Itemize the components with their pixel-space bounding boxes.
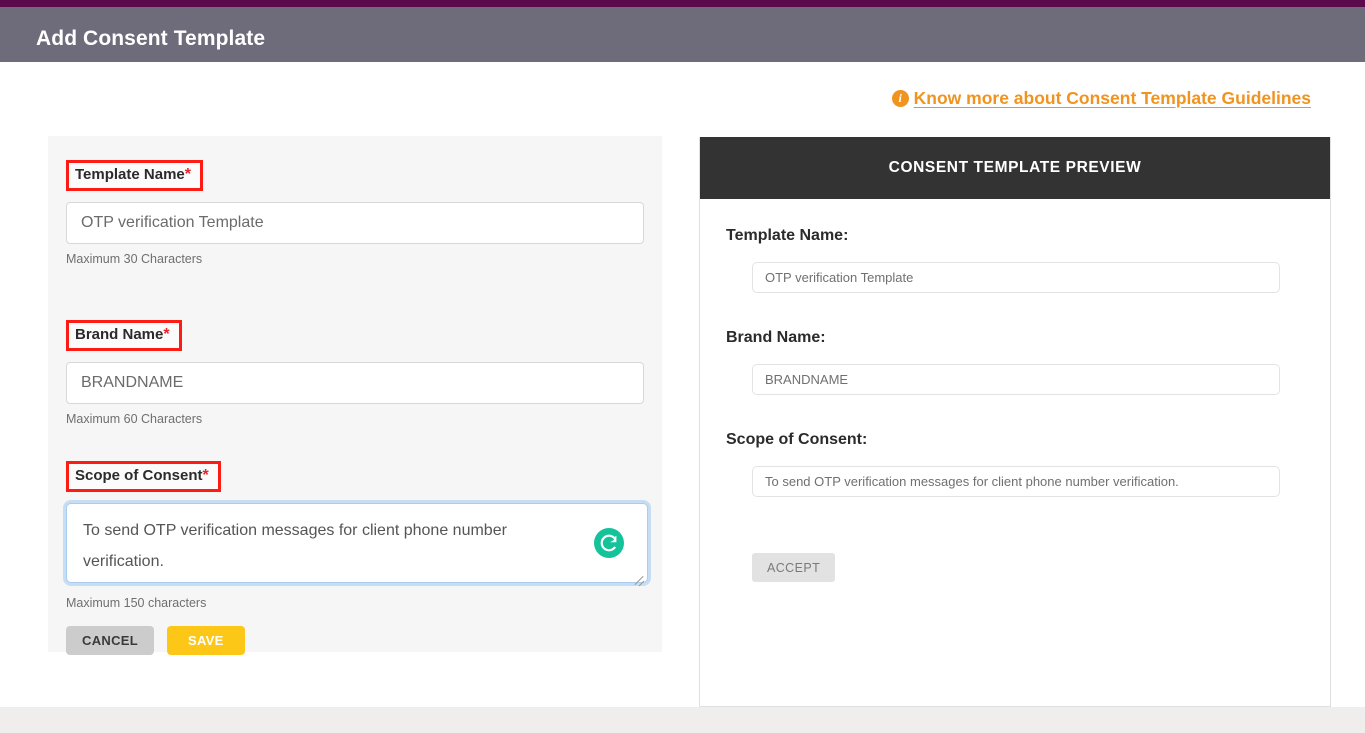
page-title: Add Consent Template xyxy=(36,27,266,50)
form-action-buttons: CANCEL SAVE xyxy=(66,626,245,655)
required-asterisk: * xyxy=(163,326,170,343)
preview-label-brand-name: Brand Name: xyxy=(726,329,826,346)
preview-field-template-name: Template Name: OTP verification Template xyxy=(726,227,1304,293)
app-header: Add Consent Template xyxy=(0,7,1365,62)
info-icon: i xyxy=(891,90,909,107)
consent-template-guidelines-link[interactable]: i Know more about Consent Template Guide… xyxy=(891,88,1311,109)
cancel-button[interactable]: CANCEL xyxy=(66,626,154,655)
preview-value-brand-name: BRANDNAME xyxy=(752,364,1280,395)
preview-value-template-name: OTP verification Template xyxy=(752,262,1280,293)
preview-field-scope-of-consent: Scope of Consent: To send OTP verificati… xyxy=(726,431,1304,497)
scope-of-consent-field-group: Scope of Consent* To send OTP verificati… xyxy=(66,461,648,610)
scope-of-consent-textarea[interactable]: To send OTP verification messages for cl… xyxy=(66,503,648,583)
preview-label-template-name: Template Name: xyxy=(726,227,849,244)
brand-name-label-annotation: Brand Name* xyxy=(66,320,182,351)
brand-accent-strip xyxy=(0,0,1365,7)
brand-name-label: Brand Name xyxy=(75,326,164,343)
preview-accept-wrap: ACCEPT xyxy=(752,553,1304,582)
required-asterisk: * xyxy=(184,166,191,183)
scope-of-consent-textarea-wrap: To send OTP verification messages for cl… xyxy=(66,503,648,588)
accept-button[interactable]: ACCEPT xyxy=(752,553,836,582)
consent-template-form-panel: Template Name* Maximum 30 Characters Bra… xyxy=(48,136,662,655)
template-name-input[interactable] xyxy=(66,202,644,244)
scope-of-consent-label: Scope of Consent xyxy=(75,467,203,484)
preview-title: CONSENT TEMPLATE PREVIEW xyxy=(888,159,1142,176)
required-asterisk: * xyxy=(202,467,209,484)
preview-value-scope-of-consent: To send OTP verification messages for cl… xyxy=(752,466,1280,497)
preview-field-brand-name: Brand Name: BRANDNAME xyxy=(726,329,1304,395)
brand-name-input[interactable] xyxy=(66,362,644,404)
grammarly-icon[interactable] xyxy=(594,528,624,558)
page-footer xyxy=(0,707,1365,733)
template-name-helper-text: Maximum 30 Characters xyxy=(66,252,203,266)
preview-header: CONSENT TEMPLATE PREVIEW xyxy=(700,137,1330,199)
save-button[interactable]: SAVE xyxy=(166,626,245,655)
template-name-label-annotation: Template Name* xyxy=(66,160,203,191)
template-name-field-group: Template Name* Maximum 30 Characters xyxy=(66,160,662,266)
template-name-label: Template Name xyxy=(75,166,185,183)
scope-of-consent-helper-text: Maximum 150 characters xyxy=(66,596,207,610)
preview-label-scope-of-consent: Scope of Consent: xyxy=(726,431,868,448)
textarea-resize-handle[interactable] xyxy=(633,573,644,584)
guidelines-link-label: Know more about Consent Template Guideli… xyxy=(913,88,1311,108)
preview-body: Template Name: OTP verification Template… xyxy=(700,227,1330,582)
brand-name-helper-text: Maximum 60 Characters xyxy=(66,412,203,426)
consent-template-preview-panel: CONSENT TEMPLATE PREVIEW Template Name: … xyxy=(699,137,1331,707)
brand-name-field-group: Brand Name* Maximum 60 Characters xyxy=(66,320,662,426)
scope-of-consent-label-annotation: Scope of Consent* xyxy=(66,461,221,492)
